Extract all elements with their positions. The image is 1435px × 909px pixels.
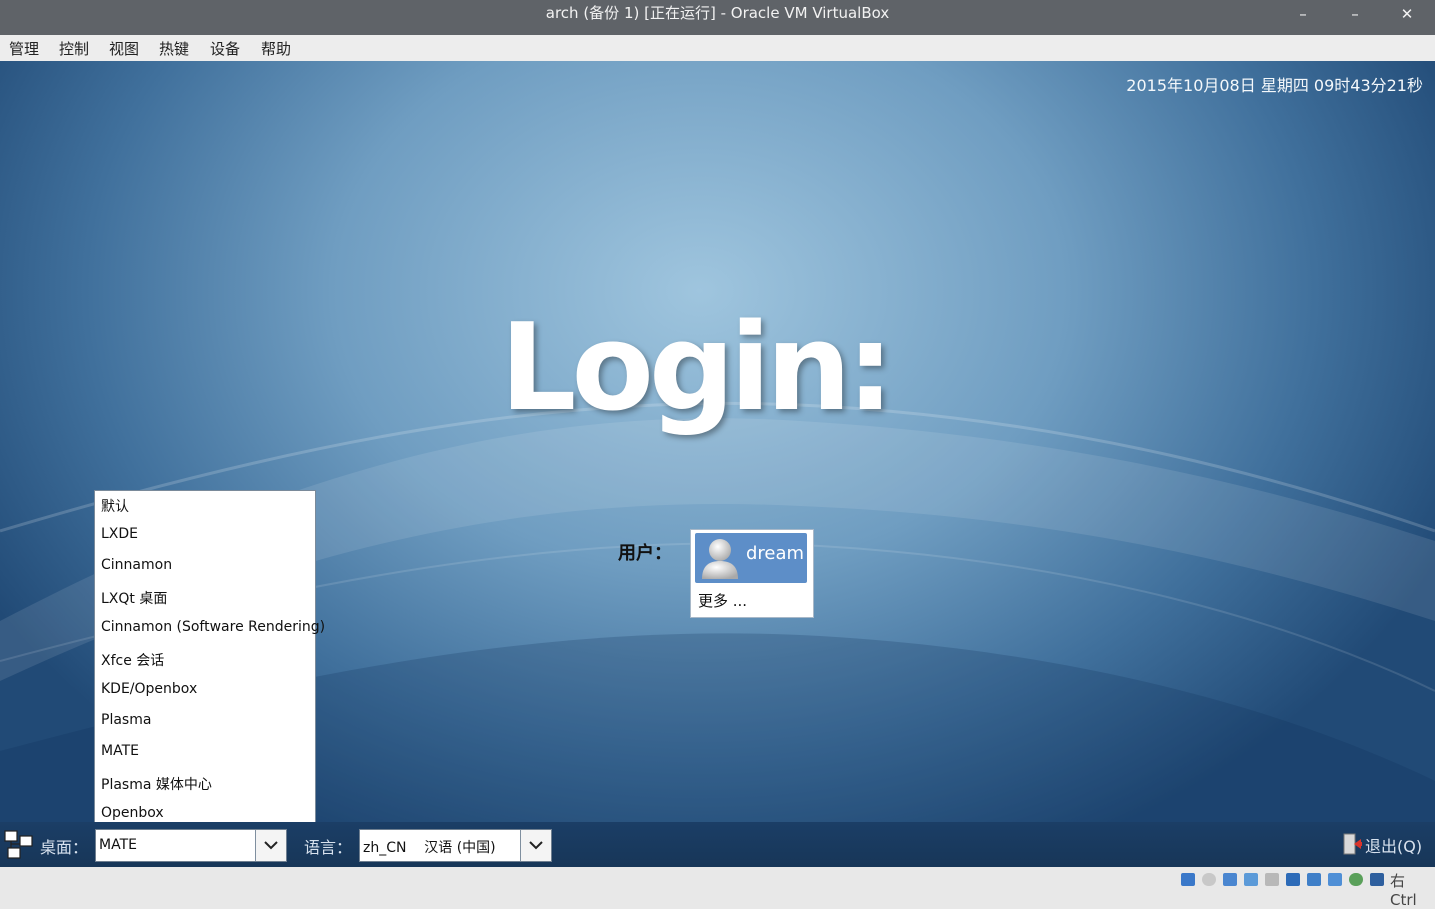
session-option[interactable]: Xfce 会话 (101, 650, 164, 670)
maximize-button[interactable]: – (1340, 2, 1370, 26)
network-icon[interactable] (1328, 873, 1342, 886)
language-combo-arrow[interactable] (520, 830, 551, 861)
more-users-link[interactable]: 更多 ... (698, 590, 747, 611)
login-logo: Login: (500, 299, 894, 438)
menu-help[interactable]: 帮助 (260, 38, 292, 59)
user-list: dream 更多 ... (690, 529, 814, 618)
hard-disk-icon[interactable] (1181, 873, 1195, 886)
screen-capture-icon[interactable] (1307, 873, 1321, 886)
video-capture-icon[interactable] (1349, 873, 1363, 886)
chevron-down-icon (529, 841, 543, 850)
login-bottom-bar: 桌面： MATE 语言： zh_CN 汉语 (中国) 退出(Q) (0, 822, 1435, 867)
desktop-session-dropdown: 默认 LXDE Cinnamon LXQt 桌面 Cinnamon (Softw… (94, 490, 325, 830)
session-option[interactable]: 默认 (101, 496, 129, 516)
user-name: dream (746, 543, 805, 564)
session-icon (4, 830, 33, 859)
window-titlebar: arch (备份 1) [正在运行] - Oracle VM VirtualBo… (0, 0, 1435, 35)
window-title: arch (备份 1) [正在运行] - Oracle VM VirtualBo… (545, 4, 890, 22)
session-option[interactable]: Plasma (101, 712, 151, 728)
quit-label: 退出(Q) (1365, 837, 1423, 856)
chevron-down-icon (264, 841, 278, 850)
user-label: 用户： (618, 543, 672, 564)
user-item-dream[interactable]: dream (695, 533, 807, 583)
optical-drive-icon[interactable] (1202, 873, 1216, 886)
user-avatar-icon (702, 539, 738, 579)
display-icon[interactable] (1286, 873, 1300, 886)
exit-icon (1343, 833, 1362, 855)
desktop-combo[interactable]: MATE (95, 829, 287, 862)
language-combo[interactable]: zh_CN 汉语 (中国) (359, 829, 552, 862)
desktop-combo-arrow[interactable] (255, 830, 286, 861)
shared-folders-icon[interactable] (1265, 873, 1279, 886)
host-key-label: 右 Ctrl (1390, 872, 1417, 909)
menu-control[interactable]: 控制 (58, 38, 90, 59)
desktop-combo-value: MATE (99, 837, 137, 853)
session-option[interactable]: Cinnamon (Software Rendering) (101, 619, 325, 635)
session-option[interactable]: KDE/Openbox (101, 681, 197, 697)
menubar: 管理 控制 视图 热键 设备 帮助 (0, 35, 1435, 61)
menu-hotkeys[interactable]: 热键 (158, 38, 190, 59)
menu-manage[interactable]: 管理 (8, 38, 40, 59)
language-combo-value: zh_CN 汉语 (中国) (363, 840, 496, 856)
audio-icon[interactable] (1223, 873, 1237, 886)
session-option[interactable]: LXDE (101, 526, 138, 542)
language-label: 语言： (304, 838, 353, 857)
session-option[interactable]: Cinnamon (101, 557, 172, 573)
menu-devices[interactable]: 设备 (209, 38, 241, 59)
session-option[interactable]: Openbox (101, 805, 164, 821)
desktop-label: 桌面： (40, 838, 89, 857)
session-option[interactable]: MATE (101, 743, 139, 759)
vm-screen[interactable]: 2015年10月08日 星期四 09时43分21秒 Login: 用户： dre… (0, 61, 1435, 867)
minimize-button[interactable]: – (1288, 2, 1318, 26)
vbox-statusbar: 右 Ctrl (0, 867, 1435, 909)
menu-view[interactable]: 视图 (108, 38, 140, 59)
session-option[interactable]: LXQt 桌面 (101, 588, 167, 608)
usb-icon[interactable] (1244, 873, 1258, 886)
datetime-display: 2015年10月08日 星期四 09时43分21秒 (1126, 76, 1423, 95)
session-option[interactable]: Plasma 媒体中心 (101, 774, 212, 794)
cpu-virtualization-icon[interactable] (1370, 873, 1384, 886)
close-button[interactable]: ✕ (1392, 2, 1422, 26)
